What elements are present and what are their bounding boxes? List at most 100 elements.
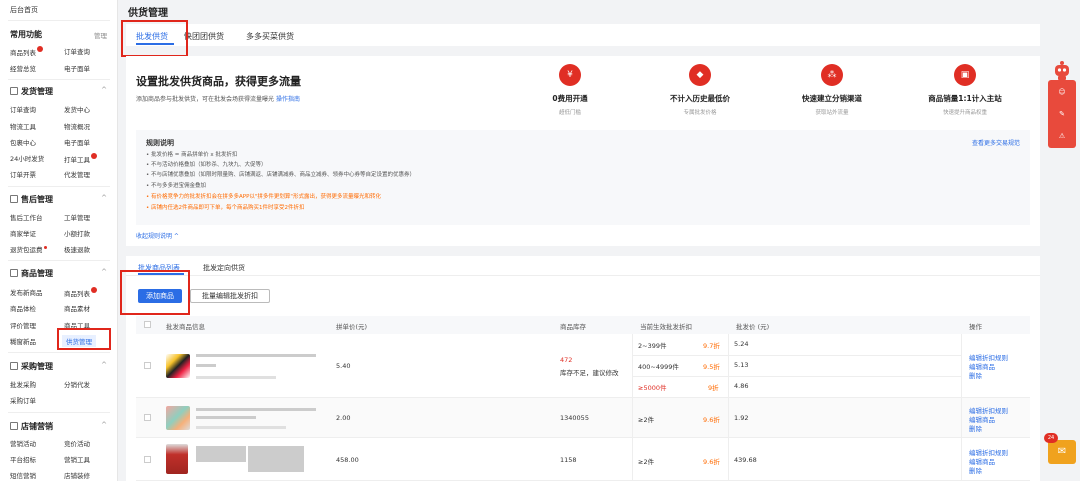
sidebar-item[interactable]: 营销活动 bbox=[10, 438, 36, 448]
sidebar-item[interactable]: 物流概况 bbox=[64, 121, 90, 131]
sidebar-item[interactable]: 采购订单 bbox=[10, 395, 36, 405]
sidebar-item[interactable]: 工单管理 bbox=[64, 212, 90, 222]
row-checkbox[interactable] bbox=[144, 456, 151, 463]
chevron-up-icon[interactable]: ^ bbox=[101, 421, 107, 429]
chevron-up-icon[interactable]: ^ bbox=[101, 194, 107, 202]
feature-item: ◆ 不计入历史最低价 专属批发价格 bbox=[645, 64, 755, 116]
notification-dot bbox=[91, 287, 97, 293]
chart-icon: ▣ bbox=[954, 64, 976, 86]
table-row: 5.40 472 库存不足，建议修改 2~399件 9.7折 5.24 400~… bbox=[136, 334, 1030, 398]
sidebar-section-aftersale[interactable]: 售后管理 bbox=[10, 194, 53, 205]
product-thumbnail bbox=[166, 444, 188, 474]
delete-link[interactable]: 删除 bbox=[969, 465, 982, 475]
tier-wholesale-price: 5.13 bbox=[734, 361, 749, 369]
row-checkbox[interactable] bbox=[144, 414, 151, 421]
collapse-rules-link[interactable]: 收起规则说明 ^ bbox=[136, 231, 179, 240]
sidebar-item[interactable]: 批发采购 bbox=[10, 379, 36, 389]
divider bbox=[632, 376, 961, 377]
sidebar-item[interactable]: 物流工具 bbox=[10, 121, 36, 131]
sidebar-item[interactable]: 发布新商品 bbox=[10, 287, 43, 297]
chevron-up-icon[interactable]: ^ bbox=[101, 361, 107, 369]
stock-warning: 库存不足，建议修改 bbox=[560, 369, 619, 377]
batch-edit-discount-button[interactable]: 批量编辑批发折扣 bbox=[190, 289, 270, 303]
sidebar-item[interactable]: 极速退款 bbox=[64, 244, 90, 254]
select-all-checkbox[interactable] bbox=[144, 321, 151, 328]
divider bbox=[8, 412, 110, 413]
tab-directed-supply[interactable]: 批发定向供货 bbox=[203, 263, 245, 273]
sidebar-item[interactable]: 糊窗新品 bbox=[10, 336, 36, 346]
sidebar-item[interactable]: 包裹中心 bbox=[10, 137, 36, 147]
sidebar-item-overview[interactable]: 经营总览 bbox=[10, 63, 36, 73]
sidebar-item[interactable]: 商品素材 bbox=[64, 303, 90, 313]
sidebar-item[interactable]: 发货中心 bbox=[64, 104, 90, 114]
sidebar-item-print-tool[interactable]: 打单工具 bbox=[64, 153, 97, 164]
mail-icon[interactable]: ✉ bbox=[1048, 440, 1076, 464]
sidebar-section-marketing[interactable]: 店铺营销 bbox=[10, 421, 53, 432]
sidebar-home-link[interactable]: 后台首页 bbox=[10, 5, 38, 15]
warning-icon[interactable]: ⚠ bbox=[1056, 130, 1068, 142]
sidebar-item-order-query[interactable]: 订单查询 bbox=[64, 46, 90, 56]
rule-line: • 不与店铺优惠叠加（如限时限量购、店铺满返、店铺满减券、商品立减券、领券中心券… bbox=[146, 172, 415, 178]
sidebar-item[interactable]: 订单开票 bbox=[10, 169, 36, 179]
feature-title: 快速建立分销渠道 bbox=[802, 94, 862, 103]
rule-line-highlight: • 店铺内任选2件商品即可下单，每个商品购买1件时享受2件折扣 bbox=[146, 205, 305, 211]
feature-title: 商品销量1:1计入主站 bbox=[928, 94, 1002, 103]
stock-value: 472 bbox=[560, 356, 573, 364]
product-title-redacted bbox=[196, 364, 216, 367]
chevron-up-icon[interactable]: ^ bbox=[101, 268, 107, 276]
column-header: 商品库存 bbox=[560, 323, 586, 331]
column-header: 拼单价(元) bbox=[336, 323, 368, 331]
sidebar-section-shipping[interactable]: 发货管理 bbox=[10, 86, 53, 97]
sidebar-item[interactable]: 订单查询 bbox=[10, 104, 36, 114]
tier-discount: 9.7折 bbox=[703, 342, 720, 350]
sidebar-section-procurement[interactable]: 采购管理 bbox=[10, 361, 53, 372]
chat-icon[interactable]: ☺ bbox=[1056, 86, 1068, 98]
sidebar-item[interactable]: 24小时发货 bbox=[10, 153, 44, 163]
sidebar-item-product-list[interactable]: 商品列表 bbox=[10, 46, 43, 57]
tier-wholesale-price: 4.86 bbox=[734, 382, 749, 390]
sidebar-item-product-list[interactable]: 商品列表 bbox=[64, 287, 97, 298]
chevron-up-icon[interactable]: ^ bbox=[101, 86, 107, 94]
tab-kuaituantuan[interactable]: 快团团供货 bbox=[184, 31, 224, 42]
group-price: 458.00 bbox=[336, 456, 359, 464]
sidebar-item[interactable]: 小额打款 bbox=[64, 228, 90, 238]
sidebar-section-products[interactable]: 商品管理 bbox=[10, 268, 53, 279]
feature-subtitle: 快速提升商品权重 bbox=[942, 110, 987, 116]
sidebar-item[interactable]: 营销工具 bbox=[64, 454, 90, 464]
guide-link[interactable]: 操作指南 bbox=[276, 96, 300, 103]
tier-discount: 9.6折 bbox=[703, 458, 720, 466]
tab-duoduo-maicai[interactable]: 多多买菜供货 bbox=[246, 31, 294, 42]
tier-range: ≥5000件 bbox=[638, 384, 667, 392]
column-header: 操作 bbox=[969, 323, 982, 331]
divider bbox=[8, 186, 110, 187]
sidebar-item[interactable]: 代发管理 bbox=[64, 169, 90, 179]
sidebar-item-return-shipping[interactable]: 退货包运费 bbox=[10, 244, 47, 254]
sidebar-item[interactable]: 平台招标 bbox=[10, 454, 36, 464]
edit-icon[interactable]: ✎ bbox=[1056, 108, 1068, 120]
sidebar-item[interactable]: 商家举证 bbox=[10, 228, 36, 238]
sidebar-item[interactable]: 售后工作台 bbox=[10, 212, 43, 222]
stock-value: 1158 bbox=[560, 456, 577, 464]
sidebar-item[interactable]: 电子面单 bbox=[64, 137, 90, 147]
sidebar-manage-link[interactable]: 管理 bbox=[94, 30, 107, 40]
divider bbox=[632, 355, 961, 356]
sidebar-item[interactable]: 分销代发 bbox=[64, 379, 90, 389]
diamond-icon: ◆ bbox=[689, 64, 711, 86]
sidebar-item[interactable]: 短信营销 bbox=[10, 470, 36, 480]
sidebar-item-e-waybill[interactable]: 电子面单 bbox=[64, 63, 90, 73]
delete-link[interactable]: 删除 bbox=[969, 370, 982, 380]
more-rules-link[interactable]: 查看更多交易规范 bbox=[972, 138, 1020, 147]
sidebar-item[interactable]: 评价管理 bbox=[10, 320, 36, 330]
divider bbox=[632, 334, 633, 398]
tier-range: 400~4999件 bbox=[638, 363, 679, 371]
annotation-highlight bbox=[120, 270, 190, 315]
feature-subtitle: 获取站外流量 bbox=[815, 110, 849, 116]
assistant-robot-icon[interactable] bbox=[1053, 60, 1071, 80]
sidebar-item[interactable]: 竞价活动 bbox=[64, 438, 90, 448]
feature-subtitle: 超低门槛 bbox=[558, 110, 581, 116]
delete-link[interactable]: 删除 bbox=[969, 423, 982, 433]
product-list-card: 批发商品列表 批发定向供货 添加商品 批量编辑批发折扣 批发商品信息 拼单价(元… bbox=[126, 256, 1040, 481]
sidebar-item[interactable]: 商品体检 bbox=[10, 303, 36, 313]
row-checkbox[interactable] bbox=[144, 362, 151, 369]
sidebar-item[interactable]: 店铺装修 bbox=[64, 470, 90, 480]
